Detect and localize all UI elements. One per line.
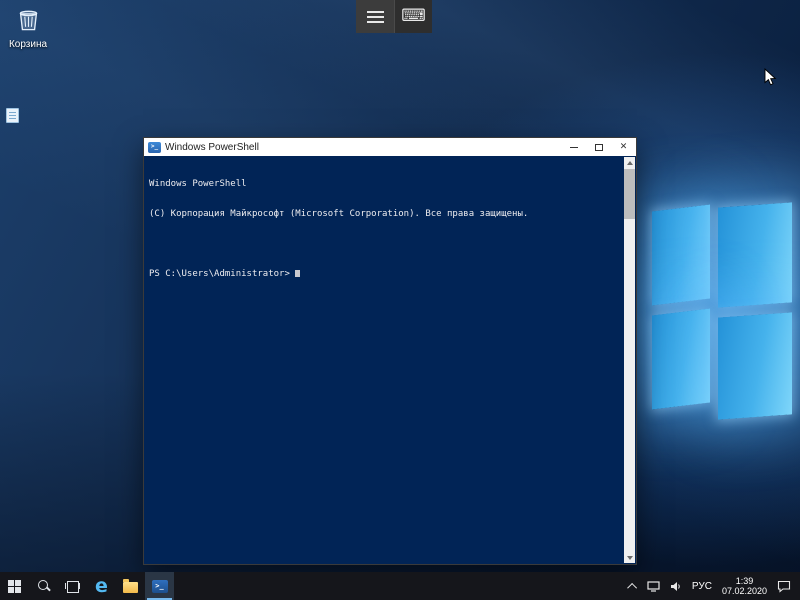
minimize-button[interactable] — [561, 138, 586, 156]
action-center-button[interactable] — [772, 572, 796, 600]
keyboard-icon: ⌨ — [401, 8, 426, 25]
scroll-up-button[interactable] — [624, 157, 635, 168]
window-controls: ✕ — [561, 138, 636, 156]
windows-logo-pane — [652, 308, 710, 409]
maximize-icon — [595, 144, 603, 151]
trash-icon — [15, 6, 42, 33]
terminal-prompt-line: PS C:\Users\Administrator> — [149, 269, 622, 279]
action-center-icon — [777, 580, 791, 593]
time-label: 1:39 — [736, 576, 754, 586]
window-titlebar[interactable]: >_ Windows PowerShell ✕ — [144, 138, 636, 156]
search-icon — [37, 579, 51, 593]
terminal-blank-line — [149, 239, 622, 249]
powershell-window: >_ Windows PowerShell ✕ Windows PowerShe… — [143, 137, 637, 565]
windows-logo-pane — [718, 312, 792, 419]
window-title: Windows PowerShell — [165, 142, 561, 153]
language-indicator[interactable]: РУС — [687, 572, 717, 600]
network-tray-button[interactable] — [642, 572, 665, 600]
hamburger-icon — [367, 8, 384, 26]
network-icon — [647, 581, 660, 592]
terminal-cursor — [295, 270, 300, 277]
scrollbar-thumb[interactable] — [624, 169, 635, 219]
terminal-output[interactable]: Windows PowerShell (C) Корпорация Майкро… — [145, 157, 624, 563]
windows-logo-pane — [652, 204, 710, 305]
volume-icon — [670, 581, 682, 592]
terminal-line: (C) Корпорация Майкрософт (Microsoft Cor… — [149, 209, 622, 219]
clock[interactable]: 1:39 07.02.2020 — [717, 572, 772, 600]
chevron-up-icon — [627, 582, 637, 592]
maximize-button[interactable] — [586, 138, 611, 156]
file-explorer-button[interactable] — [116, 572, 145, 600]
powershell-icon: >_ — [148, 142, 161, 153]
edge-button[interactable]: e — [87, 572, 116, 600]
close-button[interactable]: ✕ — [611, 138, 636, 156]
screen: Корзина ⌨ >_ Windows PowerShell — [0, 0, 800, 600]
powershell-taskbar-button[interactable]: >_ — [145, 572, 174, 600]
task-view-icon — [65, 581, 80, 592]
vm-toolbar: ⌨ — [356, 0, 432, 33]
menu-button[interactable] — [356, 0, 394, 33]
powershell-icon: >_ — [152, 580, 168, 593]
volume-tray-button[interactable] — [665, 572, 687, 600]
desktop-file-icon[interactable] — [6, 108, 19, 123]
language-label: РУС — [692, 581, 712, 592]
hidden-icons-button[interactable] — [625, 572, 642, 600]
scroll-down-icon — [627, 556, 633, 560]
search-button[interactable] — [29, 572, 58, 600]
recycle-bin-icon[interactable]: Корзина — [2, 6, 54, 50]
minimize-icon — [570, 147, 578, 148]
close-icon: ✕ — [620, 143, 628, 152]
recycle-bin-label: Корзина — [2, 39, 54, 50]
clock-text: 1:39 07.02.2020 — [722, 576, 767, 596]
folder-icon — [123, 582, 138, 593]
keyboard-button[interactable]: ⌨ — [394, 0, 432, 33]
system-tray: РУС 1:39 07.02.2020 — [625, 572, 800, 600]
scroll-down-button[interactable] — [624, 552, 635, 563]
edge-icon: e — [95, 577, 108, 596]
taskbar: e >_ РУС — [0, 572, 800, 600]
date-label: 07.02.2020 — [722, 586, 767, 596]
start-button[interactable] — [0, 572, 29, 600]
terminal-prompt: PS C:\Users\Administrator> — [149, 269, 290, 279]
windows-logo-pane — [718, 202, 792, 307]
windows-logo-icon — [8, 580, 21, 593]
terminal-scrollbar[interactable] — [624, 157, 635, 563]
task-view-button[interactable] — [58, 572, 87, 600]
scroll-up-icon — [627, 161, 633, 165]
terminal-line: Windows PowerShell — [149, 179, 622, 189]
